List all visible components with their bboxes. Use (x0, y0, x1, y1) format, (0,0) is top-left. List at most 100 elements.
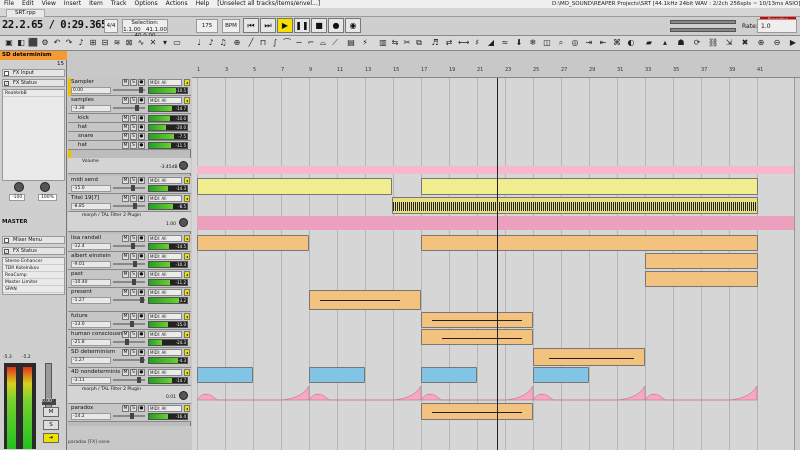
record-arm-button[interactable]: ● (138, 115, 145, 122)
midi-item[interactable] (421, 403, 533, 420)
media-item[interactable] (197, 178, 392, 195)
note-icon[interactable]: ♩ (194, 38, 204, 48)
record-arm-button[interactable]: ● (138, 405, 145, 412)
master-fx-item[interactable]: Stereo Enhancer (3, 258, 64, 265)
mute-icon[interactable]: ✖ (740, 38, 750, 48)
volume-fader[interactable] (113, 203, 145, 209)
grid-icon[interactable]: ⊟ (100, 38, 110, 48)
track-header[interactable]: past M S ● MIDI: All ◂ -10.40 -11.2 (68, 270, 191, 288)
folder-icon[interactable]: ▰ (644, 38, 654, 48)
volume-value[interactable]: -3.38 (71, 105, 111, 112)
morph-envelope-curve[interactable] (197, 384, 800, 401)
beam-note-icon[interactable]: ♫ (218, 38, 228, 48)
route-button[interactable]: ◂ (184, 313, 190, 320)
record-arm-button[interactable]: ● (138, 349, 145, 356)
record-arm-button[interactable]: ● (138, 133, 145, 140)
master-volume-slider[interactable] (670, 20, 736, 24)
midi-item[interactable] (421, 312, 533, 328)
midi-input-select[interactable]: MIDI: All (148, 313, 182, 320)
eighth-note-icon[interactable]: ♪ (206, 38, 216, 48)
mixer-menu-button[interactable]: Mixer Menu (2, 236, 65, 244)
route-button[interactable]: ◂ (184, 97, 190, 104)
track-name[interactable]: past (71, 271, 123, 278)
solo-button[interactable]: S (130, 124, 137, 131)
chain-icon[interactable]: ⛓ (708, 38, 718, 48)
shape-fast-icon[interactable]: ⌒ (282, 38, 292, 48)
solo-button[interactable]: S (130, 115, 137, 122)
media-icon[interactable]: ♬ (430, 38, 440, 48)
volume-fader[interactable] (113, 261, 145, 267)
volume-fader[interactable] (113, 105, 145, 111)
go-start-button[interactable]: ⏮ (243, 18, 259, 33)
volume-fader[interactable] (113, 185, 145, 191)
record-arm-button[interactable]: ● (138, 253, 145, 260)
mute-button[interactable]: M (122, 271, 129, 278)
save-icon[interactable]: ⬛ (28, 38, 38, 48)
zoom-icon[interactable]: ⌕ (556, 38, 566, 48)
script-icon[interactable]: ⌘ (612, 38, 622, 48)
midi-item[interactable] (421, 367, 477, 383)
track-header[interactable]: SD determinism M S ● MIDI: All ◂ -1.27 -… (68, 348, 191, 368)
envelope-knob[interactable] (179, 161, 188, 170)
cat-icon[interactable]: ☗ (676, 38, 686, 48)
timesig-box[interactable]: 4/4 (104, 19, 118, 33)
view-icon[interactable]: ◫ (542, 38, 552, 48)
timeline-ruler[interactable]: 1 3 5 7 9 11 13 15 17 19 21 23 25 27 29 31 33 35 37 39 41 (192, 63, 800, 78)
route-button[interactable]: ◂ (184, 271, 190, 278)
midi-item[interactable] (197, 235, 309, 251)
repeat-button[interactable]: ◉ (345, 18, 361, 33)
record-arm-button[interactable]: ● (138, 331, 145, 338)
shape-slow-icon[interactable]: ∫ (270, 38, 280, 48)
marker-icon[interactable]: ▾ (160, 38, 170, 48)
track-header[interactable]: hat M S ● -11.5 (68, 141, 191, 150)
solo-button[interactable]: S (130, 289, 137, 296)
mute-button[interactable]: M (122, 405, 129, 412)
record-arm-button[interactable]: ● (138, 289, 145, 296)
route-button[interactable]: ◂ (184, 177, 190, 184)
automation-icon[interactable]: ⚡ (360, 38, 370, 48)
mute-button[interactable]: M (122, 313, 129, 320)
midi-item[interactable] (309, 290, 421, 310)
record-arm-button[interactable]: ● (138, 235, 145, 242)
master-fx-item[interactable]: SPAN (3, 286, 64, 293)
record-arm-button[interactable]: ● (138, 124, 145, 131)
midi-input-select[interactable]: MIDI: All (148, 271, 182, 278)
shape-linear-icon[interactable]: ╱ (246, 38, 256, 48)
split-icon[interactable]: ✂ (402, 38, 412, 48)
input-icon[interactable]: ⇥ (584, 38, 594, 48)
solo-button[interactable]: S (130, 405, 137, 412)
metronome-icon[interactable]: ♪ (76, 38, 86, 48)
midi-input-select[interactable]: MIDI: All (148, 79, 182, 86)
mute-button[interactable]: M (122, 331, 129, 338)
midi-item[interactable] (645, 253, 758, 269)
solo-button[interactable]: S (130, 97, 137, 104)
menu-track[interactable]: Track (107, 0, 131, 8)
region-icon[interactable]: ▭ (172, 38, 182, 48)
expand-icon[interactable]: ▶ (788, 38, 798, 48)
volume-fader[interactable] (113, 321, 145, 327)
record-arm-button[interactable]: ● (138, 313, 145, 320)
theme-icon[interactable]: ◐ (626, 38, 636, 48)
volume-fader[interactable] (113, 357, 145, 363)
master-fx-status[interactable]: ✓ FX Status (2, 247, 65, 255)
route-button[interactable]: ◂ (184, 235, 190, 242)
midi-input-select[interactable]: MIDI: All (148, 289, 182, 296)
pointer-icon[interactable]: ▴ (660, 38, 670, 48)
solo-button[interactable]: S (130, 253, 137, 260)
volume-value[interactable]: -13.0 (71, 321, 111, 328)
master-solo-button[interactable]: S (43, 420, 59, 430)
solo-button[interactable]: S (130, 313, 137, 320)
route-button[interactable]: ◂ (184, 195, 190, 202)
stop-button[interactable]: ■ (311, 18, 327, 33)
track-name[interactable]: future (71, 313, 123, 320)
track-header[interactable]: Titel 19[7] M S ● MIDI: All ◂ -8.85 -8.5 (68, 194, 191, 212)
master-fader[interactable] (45, 363, 52, 413)
shape-curve-icon[interactable]: ⌓ (318, 38, 328, 48)
track-header[interactable]: future M S ● MIDI: All ◂ -13.0 -15.0 (68, 312, 191, 330)
menu-options[interactable]: Options (131, 0, 162, 8)
track-name[interactable]: midi send (71, 177, 123, 184)
route-button[interactable]: ◂ (184, 349, 190, 356)
shape-bezier-icon[interactable]: ∽ (294, 38, 304, 48)
track-header[interactable]: hat M S ● -20.0 (68, 123, 191, 132)
volume-fader[interactable] (113, 413, 145, 419)
